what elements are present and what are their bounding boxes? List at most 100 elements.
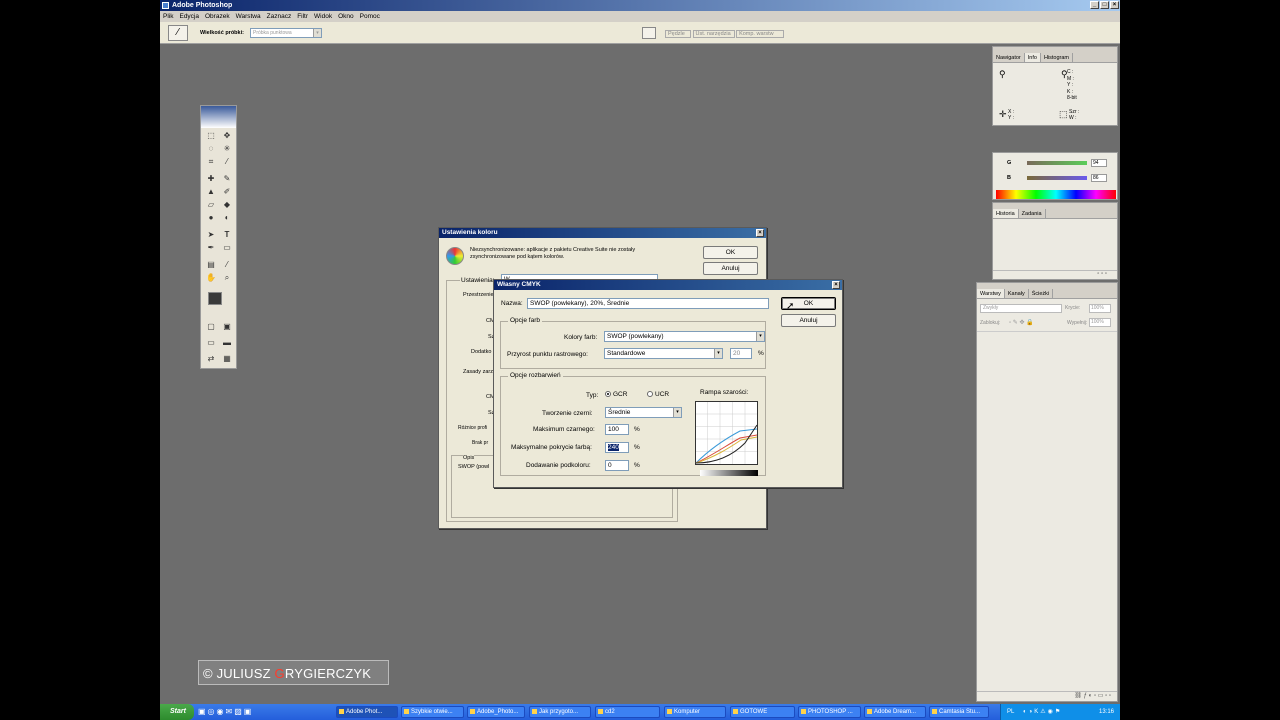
task-komputer[interactable]: Komputer <box>664 706 726 718</box>
tab-layers[interactable]: Warstwy <box>977 289 1005 298</box>
task-adobe-photoshop[interactable]: Adobe Phot... <box>336 706 398 718</box>
menu-warstwa[interactable]: Warstwa <box>233 11 264 22</box>
task-adobe-photo-folder[interactable]: Adobe_Photo... <box>467 706 525 718</box>
task-jak-przygotowac[interactable]: Jak przygoto... <box>529 706 591 718</box>
g-channel-slider[interactable] <box>1027 161 1087 165</box>
language-indicator[interactable]: PL <box>1007 704 1014 720</box>
menu-edycja[interactable]: Edycja <box>176 11 202 22</box>
menu-filtr[interactable]: Filtr <box>294 11 311 22</box>
task-gotowe[interactable]: GOTOWE <box>730 706 795 718</box>
color-spectrum-ramp[interactable] <box>996 190 1116 199</box>
well-tab-brushes[interactable]: Pędzle <box>665 30 691 38</box>
g-channel-value[interactable]: 94 <box>1091 159 1107 167</box>
palette-well-icon[interactable] <box>642 27 656 39</box>
clone-stamp-tool-icon[interactable]: ▲ <box>205 187 217 197</box>
well-tab-tool-presets[interactable]: Ust. narzędzia <box>692 30 735 38</box>
lock-icons[interactable]: ▫ ✎ ✥ 🔒 <box>1009 319 1034 326</box>
menu-plik[interactable]: Plik <box>160 11 176 22</box>
custom-cmyk-cancel-button[interactable]: Anuluj <box>781 314 836 327</box>
tab-histogram[interactable]: Histogram <box>1041 53 1074 62</box>
minimize-button[interactable]: _ <box>1090 1 1099 9</box>
screen-mode-full-icon[interactable]: ▬ <box>221 338 233 348</box>
color-settings-close-button[interactable]: × <box>756 229 764 237</box>
ucr-amount-field[interactable]: 0 <box>605 460 629 471</box>
ink-colors-select[interactable]: SWOP (powlekany) ▾ <box>604 331 765 342</box>
quick-launch-icons[interactable]: ▣◎◉✉▨▣ <box>198 707 253 716</box>
paint-bucket-tool-icon[interactable]: ◆ <box>221 200 233 210</box>
jump-to-imageready-icon[interactable]: ⇄ <box>205 354 217 364</box>
eyedropper-tool-icon[interactable]: ⁄ <box>221 260 233 270</box>
eraser-tool-icon[interactable]: ▱ <box>205 200 217 210</box>
jump-to-imageready-extra-icon[interactable]: ▦ <box>221 354 233 364</box>
ucr-radio-icon[interactable] <box>647 391 653 398</box>
tab-paths[interactable]: Ścieżki <box>1029 289 1054 298</box>
sample-size-select[interactable]: Próbka punktowa ▾ <box>250 28 322 38</box>
history-panel-footer-icons[interactable]: ▫ ▫ ▫ <box>993 270 1117 279</box>
tab-history[interactable]: Historia <box>993 209 1019 218</box>
total-ink-limit-field[interactable]: 240 <box>605 442 629 453</box>
slice-tool-icon[interactable]: ⁄ <box>221 157 233 167</box>
dot-gain-select[interactable]: Standardowe ▾ <box>604 348 723 359</box>
foreground-color-swatch[interactable] <box>208 292 222 305</box>
task-camtasia-studio[interactable]: Camtasia Stu... <box>929 706 989 718</box>
color-settings-ok-button[interactable]: OK <box>703 246 758 259</box>
fill-field[interactable]: 100% <box>1089 318 1111 327</box>
tab-info[interactable]: Info <box>1024 53 1041 62</box>
b-channel-slider[interactable] <box>1027 176 1087 180</box>
screen-mode-standard-icon[interactable]: ▭ <box>205 338 217 348</box>
task-szybkie-otwieranie[interactable]: Szybkie otwie... <box>401 706 464 718</box>
tab-navigator[interactable]: Nawigator <box>993 53 1025 62</box>
maximize-button[interactable]: □ <box>1100 1 1109 9</box>
crop-tool-icon[interactable]: ⌗ <box>205 157 217 167</box>
custom-cmyk-close-button[interactable]: × <box>832 281 840 289</box>
blur-tool-icon[interactable]: ● <box>205 213 217 223</box>
black-ink-limit-field[interactable]: 100 <box>605 424 629 435</box>
gcr-radio-icon[interactable] <box>605 391 611 398</box>
black-generation-select[interactable]: Średnie ▾ <box>605 407 682 418</box>
name-field[interactable]: SWOP (powlekany), 20%, Średnie <box>527 298 769 309</box>
lasso-tool-icon[interactable]: ◌ <box>205 144 217 154</box>
tray-icons[interactable]: ◐◑K⚠◉⚑ <box>1023 704 1062 720</box>
type-ucr-radio[interactable]: UCR <box>647 391 669 398</box>
shape-tool-icon[interactable]: ▭ <box>221 243 233 253</box>
path-selection-tool-icon[interactable]: ➤ <box>205 230 217 240</box>
task-adobe-dreamweaver[interactable]: Adobe Dream... <box>864 706 926 718</box>
options-bar: ⁄ Wielkość próbki: Próbka punktowa ▾ Pędz… <box>160 22 1120 44</box>
tab-actions[interactable]: Zadania <box>1019 209 1046 218</box>
standard-mode-icon[interactable]: ▢ <box>205 322 217 332</box>
color-settings-cancel-button[interactable]: Anuluj <box>703 262 758 275</box>
dodge-tool-icon[interactable]: ◐ <box>221 213 233 223</box>
opacity-field[interactable]: 100% <box>1089 304 1111 313</box>
healing-brush-tool-icon[interactable]: ✚ <box>205 174 217 184</box>
dot-gain-field[interactable]: 20 <box>730 348 752 359</box>
tab-channels[interactable]: Kanały <box>1005 289 1029 298</box>
hand-tool-icon[interactable]: ✋ <box>205 273 217 283</box>
menu-obrazek[interactable]: Obrazek <box>202 11 233 22</box>
type-tool-icon[interactable]: T <box>221 230 233 240</box>
magic-wand-tool-icon[interactable]: ✳ <box>221 144 233 154</box>
task-cd2[interactable]: cd2 <box>595 706 660 718</box>
quick-mask-mode-icon[interactable]: ▣ <box>221 322 233 332</box>
menu-pomoc[interactable]: Pomoc <box>357 11 383 22</box>
history-brush-tool-icon[interactable]: ✐ <box>221 187 233 197</box>
well-tab-layer-comps[interactable]: Komp. warstw <box>736 30 785 38</box>
menu-okno[interactable]: Okno <box>335 11 357 22</box>
pen-tool-icon[interactable]: ✒ <box>205 243 217 253</box>
eyedropper-preset-icon[interactable]: ⁄ <box>168 25 188 41</box>
brush-tool-icon[interactable]: ✎ <box>221 174 233 184</box>
notes-tool-icon[interactable]: ▤ <box>205 260 217 270</box>
task-photoshop-folder[interactable]: PHOTOSHOP ... <box>798 706 861 718</box>
b-channel-value[interactable]: 86 <box>1091 174 1107 182</box>
blend-mode-select[interactable]: Zwykły <box>980 304 1062 313</box>
menu-widok[interactable]: Widok <box>311 11 335 22</box>
close-button[interactable]: × <box>1110 1 1119 9</box>
menu-zaznacz[interactable]: Zaznacz <box>264 11 295 22</box>
start-button[interactable]: Start <box>160 704 194 720</box>
layers-panel-footer-icons[interactable]: ⛓ ƒ ◐ ▫ ▭ ▫ ▫ <box>977 691 1117 701</box>
marquee-tool-icon[interactable]: ⬚ <box>205 131 217 141</box>
move-tool-icon[interactable]: ✥ <box>221 131 233 141</box>
type-gcr-radio[interactable]: GCR <box>605 391 627 398</box>
photoshop-app-icon <box>162 2 169 9</box>
missing-profile-label: Brak pr <box>472 440 489 446</box>
zoom-tool-icon[interactable]: ⌕ <box>221 273 233 283</box>
